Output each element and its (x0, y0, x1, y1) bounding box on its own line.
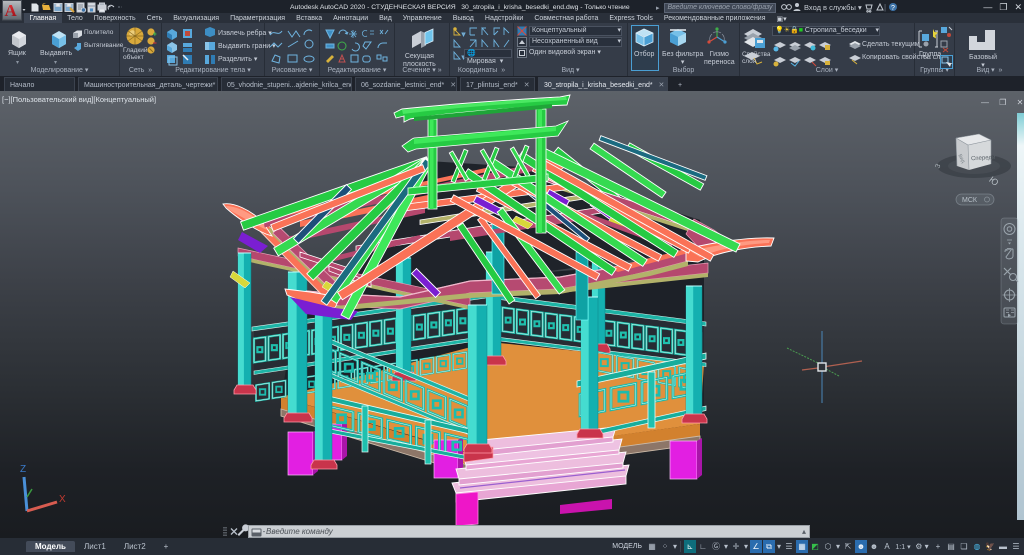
svg-text:X: X (59, 494, 66, 505)
svg-text:Ящик: Ящик (8, 50, 27, 57)
svg-text:▾: ▾ (462, 32, 465, 38)
svg-text:A: A (5, 1, 18, 20)
svg-text:Z: Z (20, 464, 26, 475)
svg-text:?: ? (891, 5, 895, 12)
svg-text:Вход в службы ▾: Вход в службы ▾ (804, 3, 862, 12)
svg-text:▾: ▾ (16, 60, 19, 66)
svg-text:Спереди: Спереди (971, 155, 996, 162)
svg-text:|: | (884, 3, 886, 12)
svg-text:МСК: МСК (962, 197, 978, 204)
svg-text:▾: ▾ (54, 60, 57, 66)
svg-text:Выдавить: Выдавить (40, 50, 73, 57)
